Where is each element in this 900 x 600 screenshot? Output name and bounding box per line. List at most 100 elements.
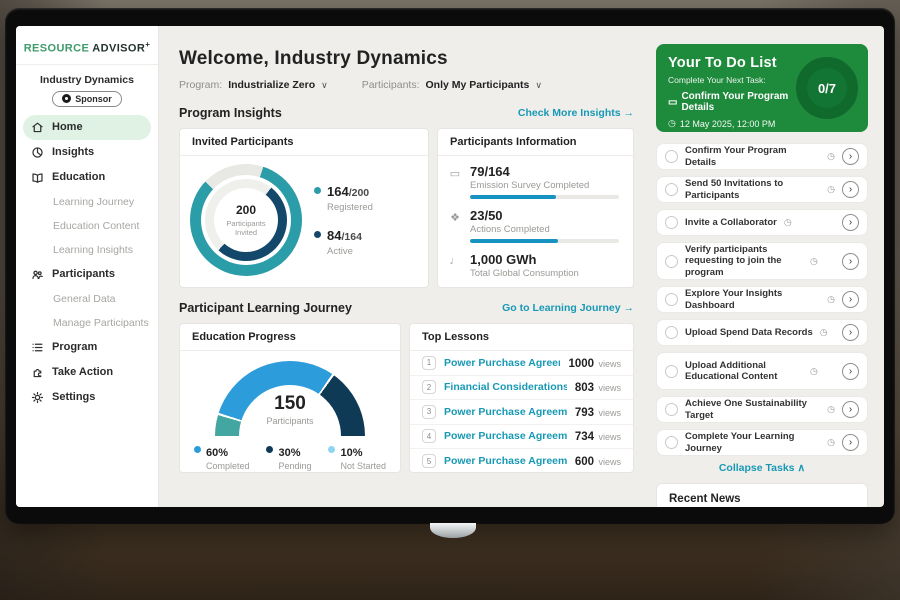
sidebar-item-manage-participants[interactable]: Manage Participants <box>16 311 158 335</box>
participants-information-card: Participants Information ▭ 79/164 Emissi… <box>437 128 634 288</box>
clock-icon: ◷ <box>810 256 818 267</box>
task-row[interactable]: Complete Your Learning Journey ◷ › <box>656 429 868 456</box>
task-row[interactable]: Upload Additional Educational Content ◷ … <box>656 352 868 390</box>
task-checkbox[interactable] <box>665 403 678 416</box>
task-go-button[interactable]: › <box>842 324 859 341</box>
education-progress-card: Education Progress 150 Participants <box>179 323 401 473</box>
task-go-button[interactable]: › <box>842 148 859 165</box>
task-row[interactable]: Explore Your Insights Dashboard ◷ › <box>656 286 868 313</box>
sidebar-item-label: Settings <box>52 391 95 403</box>
legend-dot <box>314 231 321 238</box>
participants-filter[interactable]: Participants: Only My Participants ∨ <box>362 79 542 91</box>
task-row[interactable]: Invite a Collaborator ◷ › <box>656 209 868 236</box>
stat-actions-completed: ❖ 23/50 Actions Completed <box>448 208 619 243</box>
check-more-insights-link[interactable]: Check More Insights → <box>518 107 634 119</box>
lesson-row[interactable]: 2 Financial Considerations - VPPAs 803 v… <box>410 376 633 401</box>
task-go-button[interactable]: › <box>842 434 859 451</box>
sidebar-item-participants[interactable]: Participants <box>16 262 158 287</box>
education-gauge-chart: 150 Participants <box>215 361 365 437</box>
sidebar-item-learning-journey[interactable]: Learning Journey <box>16 190 158 214</box>
donut-center-label: Participants Invited <box>220 219 272 238</box>
sidebar-item-label: Education <box>52 171 105 183</box>
todo-progress-ring: 0/7 <box>796 57 858 119</box>
photo-background: RESOURCE ADVISOR+ Industry Dynamics Spon… <box>0 0 900 600</box>
sidebar-item-education[interactable]: Education <box>16 165 158 190</box>
sidebar-item-general-data[interactable]: General Data <box>16 287 158 311</box>
lesson-row[interactable]: 3 Power Purchase Agreements 101 793 view… <box>410 400 633 425</box>
chevron-down-icon: ∨ <box>321 80 328 91</box>
sidebar-item-insights[interactable]: Insights <box>16 140 158 165</box>
task-row[interactable]: Send 50 Invitations to Participants ◷ › <box>656 176 868 203</box>
legend-pending: 30% Pending <box>266 443 311 471</box>
info-bar-fill <box>470 239 558 243</box>
task-go-button[interactable]: › <box>842 363 859 380</box>
home-icon <box>31 121 44 134</box>
lesson-row[interactable]: 5 Power Purchase Agreements 103 600 view… <box>410 449 633 473</box>
card-title: Invited Participants <box>180 129 428 156</box>
sidebar-item-label: Program <box>52 341 97 353</box>
legend-registered: 164/200 Registered <box>314 183 373 213</box>
sidebar-item-label: Home <box>52 121 83 133</box>
lightbulb-icon: ♩ <box>448 252 462 283</box>
invited-donut-chart: 200 Participants Invited <box>190 164 302 276</box>
top-lessons-card: Top Lessons 1 Power Purchase Agreements … <box>409 323 634 473</box>
stat-global-consumption: ♩ 1,000 GWh Total Global Consumption <box>448 252 619 283</box>
task-checkbox[interactable] <box>665 216 678 229</box>
task-checkbox[interactable] <box>665 150 678 163</box>
go-to-learning-journey-link[interactable]: Go to Learning Journey → <box>502 302 634 314</box>
task-go-button[interactable]: › <box>842 401 859 418</box>
filter-bar: Program: Industrialize Zero ∨ Participan… <box>179 79 634 91</box>
task-checkbox[interactable] <box>665 326 678 339</box>
sidebar-item-program[interactable]: Program <box>16 335 158 360</box>
clock-icon: ◷ <box>827 184 835 195</box>
sidebar-item-take-action[interactable]: Take Action <box>16 360 158 385</box>
brand-logo[interactable]: RESOURCE ADVISOR+ <box>16 36 158 65</box>
brand-primary: RESOURCE <box>24 43 90 55</box>
gauge-center-value: 150 <box>215 393 365 415</box>
lesson-row[interactable]: 4 Power Purchase Agreements 102 734 view… <box>410 425 633 450</box>
dashboard-screen: RESOURCE ADVISOR+ Industry Dynamics Spon… <box>16 26 884 507</box>
task-go-button[interactable]: › <box>842 253 859 270</box>
task-checkbox[interactable] <box>665 255 678 268</box>
sidebar-item-settings[interactable]: Settings <box>16 385 158 410</box>
clock-icon: ◷ <box>827 294 835 305</box>
task-checkbox[interactable] <box>665 183 678 196</box>
participants-icon <box>31 268 44 281</box>
leaf-icon: ❖ <box>448 208 462 243</box>
gauge-center-label: Participants <box>215 416 365 426</box>
clock-icon: ◷ <box>827 151 835 162</box>
clock-icon: ◷ <box>820 327 828 338</box>
program-filter[interactable]: Program: Industrialize Zero ∨ <box>179 79 328 91</box>
task-row[interactable]: Verify participants requesting to join t… <box>656 242 868 280</box>
sidebar-item-education-content[interactable]: Education Content <box>16 214 158 238</box>
task-checkbox[interactable] <box>665 365 678 378</box>
monitor-stand <box>430 523 476 538</box>
legend-active: 84/164 Active <box>314 227 373 257</box>
legend-dot <box>328 446 335 453</box>
take-action-icon <box>31 366 44 379</box>
arrow-right-icon: → <box>624 302 635 314</box>
lesson-row[interactable]: 1 Power Purchase Agreements 101 1000 vie… <box>410 351 633 376</box>
legend-dot <box>266 446 273 453</box>
task-go-button[interactable]: › <box>842 291 859 308</box>
clock-icon: ◷ <box>810 366 818 377</box>
task-row[interactable]: Upload Spend Data Records ◷ › <box>656 319 868 346</box>
info-bar-fill <box>470 195 556 199</box>
arrow-right-icon: → <box>624 107 635 119</box>
sidebar-item-learning-insights[interactable]: Learning Insights <box>16 238 158 262</box>
collapse-tasks-link[interactable]: Collapse Tasks ∧ <box>656 462 868 474</box>
clock-icon: ◷ <box>827 437 835 448</box>
task-row[interactable]: Confirm Your Program Details ◷ › <box>656 143 868 170</box>
task-go-button[interactable]: › <box>842 181 859 198</box>
sidebar-item-home[interactable]: Home <box>23 115 151 140</box>
legend-not-started: 10% Not Started <box>328 443 386 471</box>
sponsor-badge[interactable]: Sponsor <box>52 91 122 107</box>
task-checkbox[interactable] <box>665 436 678 449</box>
task-go-button[interactable]: › <box>842 214 859 231</box>
task-checkbox[interactable] <box>665 293 678 306</box>
survey-icon: ▭ <box>448 164 462 199</box>
task-row[interactable]: Achieve One Sustainability Target ◷ › <box>656 396 868 423</box>
todo-header-card: Your To Do List Complete Your Next Task:… <box>656 44 868 132</box>
clock-icon: ◷ <box>827 404 835 415</box>
clock-icon: ◷ <box>668 118 676 129</box>
